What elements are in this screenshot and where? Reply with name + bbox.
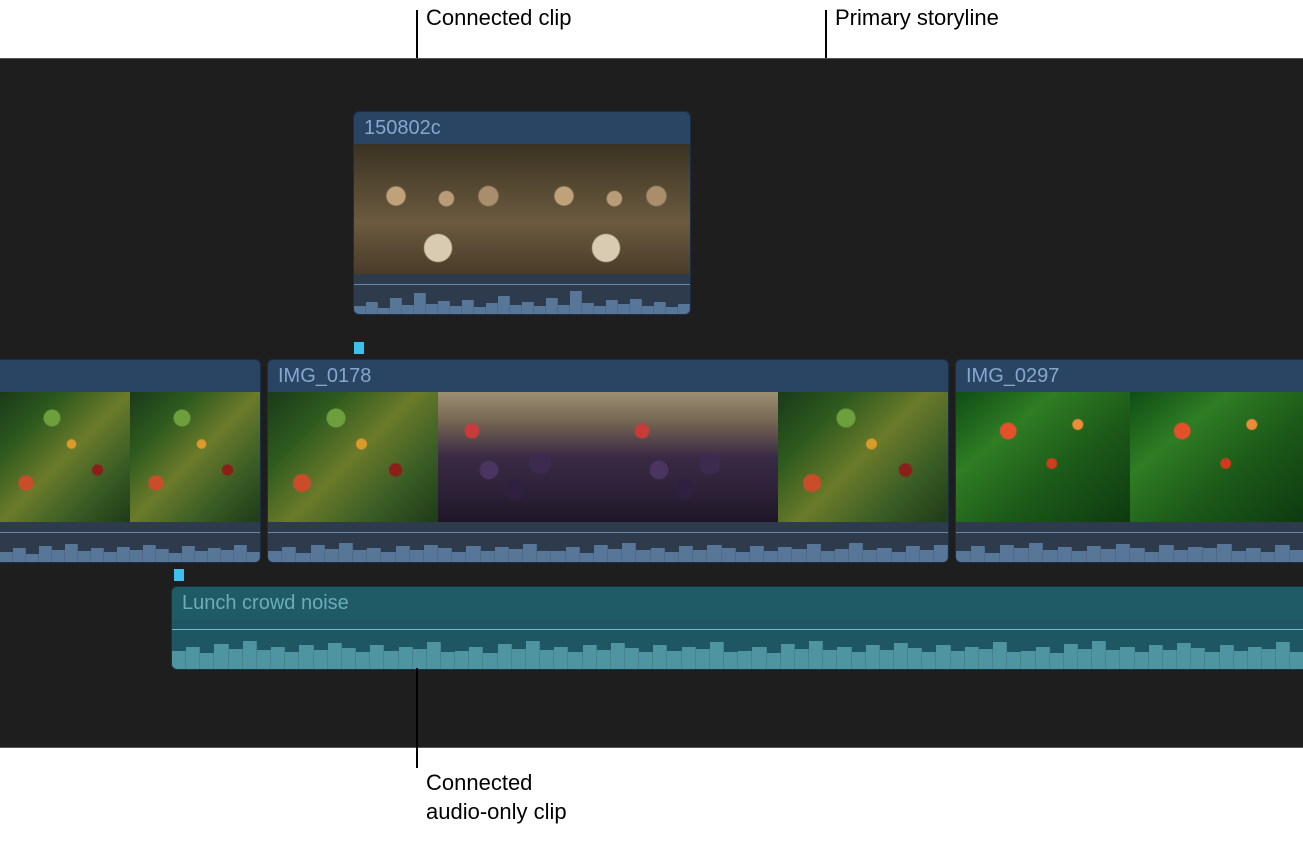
connected-video-clip[interactable]: 150802c <box>353 111 691 315</box>
clip-audio-waveform <box>268 522 948 562</box>
primary-clip-right[interactable]: IMG_0297 <box>955 359 1303 563</box>
annotation-audio-only-clip: Connected audio-only clip <box>426 769 567 826</box>
clip-title <box>0 360 260 392</box>
clip-filmstrip <box>0 392 260 522</box>
annotation-line-2: audio-only clip <box>426 799 567 824</box>
clip-audio-waveform <box>172 619 1303 669</box>
clip-filmstrip <box>268 392 948 522</box>
audio-only-clip[interactable]: Lunch crowd noise <box>171 586 1303 670</box>
annotation-connected-clip: Connected clip <box>426 4 572 33</box>
clip-audio-waveform <box>956 522 1303 562</box>
clip-title: IMG_0178 <box>268 360 948 392</box>
clip-filmstrip <box>354 144 690 274</box>
annotation-line-1: Connected <box>426 770 532 795</box>
primary-clip-left[interactable] <box>0 359 261 563</box>
primary-clip-center[interactable]: IMG_0178 <box>267 359 949 563</box>
annotation-primary-storyline: Primary storyline <box>835 4 999 33</box>
leader-line-audio-clip <box>416 668 418 768</box>
connection-marker-top <box>354 342 364 354</box>
timeline-canvas[interactable]: 150802c <box>0 58 1303 748</box>
clip-audio-waveform <box>0 522 260 562</box>
clip-title: IMG_0297 <box>956 360 1303 392</box>
clip-filmstrip <box>956 392 1303 522</box>
clip-audio-waveform <box>354 274 690 314</box>
clip-title: 150802c <box>354 112 690 144</box>
connection-marker-bottom <box>174 569 184 581</box>
clip-title: Lunch crowd noise <box>172 587 1303 619</box>
